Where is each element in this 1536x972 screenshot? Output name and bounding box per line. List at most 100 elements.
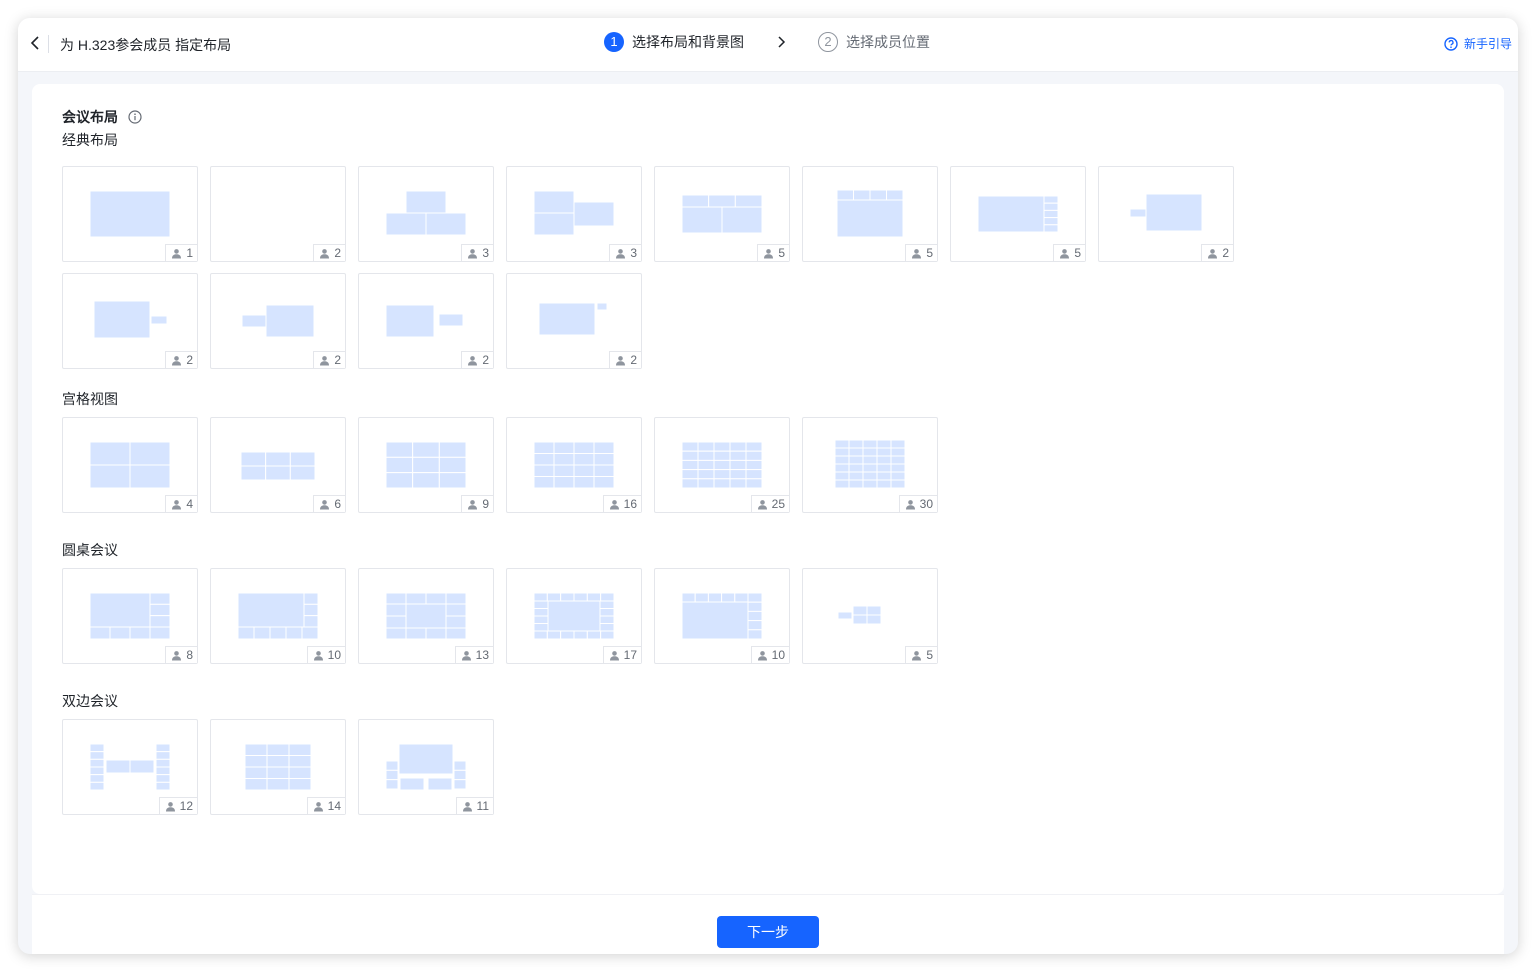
layout-option[interactable]: 5: [654, 166, 790, 262]
preview-cell: [266, 766, 290, 779]
preview-cell: [412, 441, 440, 458]
layout-option[interactable]: 2: [1098, 166, 1234, 262]
layout-option[interactable]: 5: [950, 166, 1086, 262]
preview-cell: [265, 465, 291, 481]
layout-option[interactable]: 2: [358, 273, 494, 369]
member-count: 10: [327, 648, 341, 662]
preview-cell: [288, 743, 312, 756]
preview-cell: [681, 601, 749, 640]
preview-cell: [533, 608, 549, 617]
preview-cell: [89, 743, 105, 753]
member-count-badge: 2: [313, 244, 345, 261]
preview-cell: [713, 459, 731, 471]
preview-cell: [600, 630, 615, 640]
preview-cell: [681, 469, 699, 480]
preview-cell: [707, 592, 723, 603]
preview-cell: [734, 194, 763, 208]
preview-cell: [155, 781, 171, 791]
member-count: 2: [630, 353, 637, 367]
preview-cell: [834, 447, 850, 457]
member-count-badge: 12: [158, 797, 197, 814]
preview-cell: [834, 479, 850, 489]
preview-cell: [593, 476, 615, 489]
preview-cell: [289, 465, 316, 481]
preview-cell: [155, 751, 171, 760]
preview-cell: [697, 450, 715, 461]
section-title-text: 会议布局: [62, 109, 118, 125]
layout-option[interactable]: 16: [506, 417, 642, 513]
person-icon: [320, 499, 330, 509]
member-count-badge: 14: [306, 797, 345, 814]
member-count-badge: 5: [905, 646, 937, 663]
member-count-badge: 16: [602, 495, 641, 512]
preview-cell: [862, 439, 878, 449]
member-count: 2: [482, 353, 489, 367]
preview-cell: [573, 441, 595, 454]
preview-cell: [862, 479, 878, 489]
layout-option[interactable]: 1: [62, 166, 198, 262]
member-count-badge: 13: [454, 646, 493, 663]
preview-cell: [266, 755, 290, 768]
info-icon[interactable]: [128, 110, 142, 124]
member-count: 5: [926, 246, 933, 260]
preview-cell: [573, 476, 595, 489]
preview-cell: [129, 464, 171, 489]
preview-cell: [848, 463, 864, 473]
layout-option[interactable]: 5: [802, 166, 938, 262]
layout-option[interactable]: 2: [62, 273, 198, 369]
layout-option[interactable]: 2: [210, 166, 346, 262]
preview-cell: [385, 627, 407, 640]
divider: [48, 35, 49, 53]
preview-cell: [155, 758, 171, 768]
layout-option[interactable]: 8: [62, 568, 198, 664]
layout-option[interactable]: 25: [654, 417, 790, 513]
layout-option[interactable]: 10: [654, 568, 790, 664]
preview-cell: [301, 626, 319, 640]
layout-option[interactable]: 13: [358, 568, 494, 664]
member-count: 2: [1222, 246, 1229, 260]
layout-option[interactable]: 30: [802, 417, 938, 513]
preview-cell: [538, 302, 596, 336]
person-icon: [172, 248, 182, 258]
person-icon: [172, 499, 182, 509]
preview-cell: [869, 189, 887, 201]
back-button[interactable]: [24, 32, 46, 54]
layout-option[interactable]: 17: [506, 568, 642, 664]
preview-cell: [848, 455, 864, 465]
preview-cell: [713, 441, 731, 452]
footer-bar: 下一步: [32, 894, 1504, 954]
layout-option[interactable]: 9: [358, 417, 494, 513]
next-step-button[interactable]: 下一步: [717, 916, 819, 948]
layout-option[interactable]: 11: [358, 719, 494, 815]
layout-option[interactable]: 4: [62, 417, 198, 513]
step-2-label: 选择成员位置: [846, 34, 930, 50]
help-guide-link[interactable]: 新手引导: [1444, 35, 1512, 52]
preview-cell: [405, 627, 427, 640]
layout-option[interactable]: 5: [802, 568, 938, 664]
preview-cell: [385, 592, 407, 605]
layout-option[interactable]: 10: [210, 568, 346, 664]
preview-cell: [445, 592, 467, 605]
layout-option[interactable]: 6: [210, 417, 346, 513]
preview-cell: [713, 450, 731, 461]
layout-option[interactable]: 3: [506, 166, 642, 262]
preview-cell: [453, 779, 467, 790]
preview-cell: [546, 592, 562, 602]
preview-cell: [745, 441, 763, 452]
preview-cell: [303, 592, 319, 605]
preview-cell: [681, 459, 699, 471]
preview-cell: [533, 615, 549, 624]
section-title: 会议布局: [62, 107, 142, 127]
preview-cell: [425, 592, 447, 605]
preview-cell: [244, 766, 268, 779]
preview-cell: [546, 630, 562, 640]
layout-option[interactable]: 2: [506, 273, 642, 369]
preview-cell: [129, 626, 151, 640]
layout-option[interactable]: 2: [210, 273, 346, 369]
layout-option[interactable]: 3: [358, 166, 494, 262]
member-count: 10: [771, 648, 785, 662]
layout-option[interactable]: 12: [62, 719, 198, 815]
layout-option[interactable]: 14: [210, 719, 346, 815]
preview-cell: [729, 469, 747, 480]
preview-cell: [533, 212, 575, 236]
